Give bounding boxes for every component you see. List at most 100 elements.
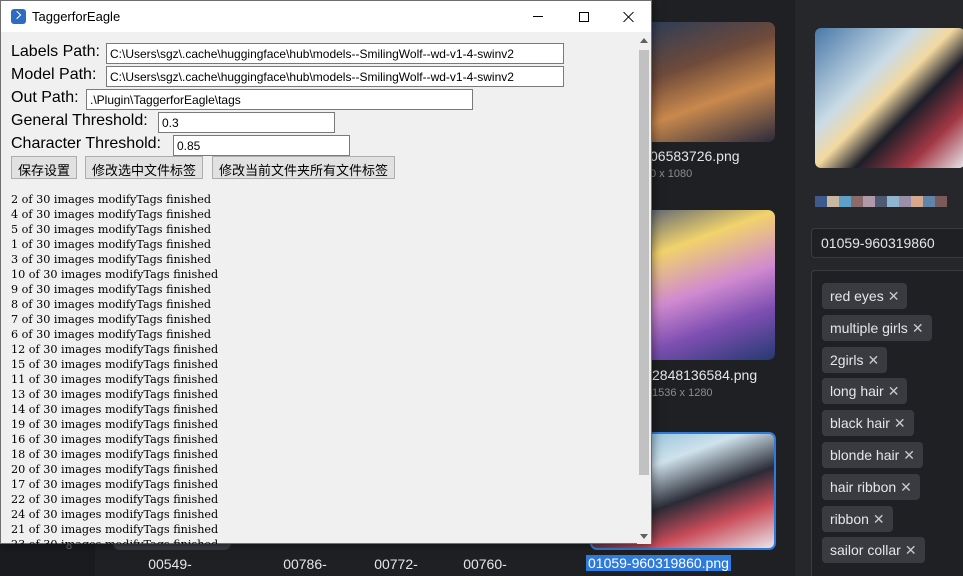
log-line: 17 of 30 images modifyTags finished xyxy=(11,478,219,491)
file-name[interactable]: 00760-36520322 xyxy=(445,556,525,576)
tag-label: red eyes xyxy=(830,288,884,304)
color-swatch[interactable] xyxy=(815,196,827,207)
tag-chip[interactable]: ribbon ✕ xyxy=(822,505,893,532)
close-icon xyxy=(623,11,635,23)
minimize-icon xyxy=(533,16,543,17)
tag-label: sailor collar xyxy=(830,542,901,559)
log-line: 13 of 30 images modifyTags finished xyxy=(11,388,219,401)
file-name[interactable]: 00786-24325485 xyxy=(265,556,345,576)
tag-label: hair ribbon xyxy=(830,478,897,495)
log-line: 1 of 30 images modifyTags finished xyxy=(11,238,212,251)
tag-label: black hair xyxy=(830,415,890,432)
app-icon xyxy=(11,9,26,24)
log-line: 3 of 30 images modifyTags finished xyxy=(11,253,212,266)
modify-selected-tags-button[interactable]: 修改选中文件标签 xyxy=(85,156,204,179)
remove-tag-icon[interactable]: ✕ xyxy=(912,320,924,336)
log-line: 4 of 30 images modifyTags finished xyxy=(11,208,212,221)
tag-chip[interactable]: black hair ✕ xyxy=(822,410,914,437)
file-name[interactable]: 00772-1528045 xyxy=(356,556,436,576)
tag-chip[interactable]: red eyes ✕ xyxy=(822,283,908,309)
tag-label: multiple girls xyxy=(830,319,908,336)
log-line: 12 of 30 images modifyTags finished xyxy=(11,343,219,356)
file-dimensions: 0 x 1080 xyxy=(650,168,693,180)
output-log[interactable]: 2 of 30 images modifyTags finished 4 of 3… xyxy=(11,192,631,544)
log-line: 9 of 30 images modifyTags finished xyxy=(11,283,212,296)
log-line: 7 of 30 images modifyTags finished xyxy=(11,313,212,326)
remove-tag-icon[interactable]: ✕ xyxy=(894,415,906,431)
log-line: 14 of 30 images modifyTags finished xyxy=(11,403,219,416)
tag-chip[interactable]: sailor collar ✕ xyxy=(822,537,925,564)
tag-chip[interactable]: 2girls ✕ xyxy=(822,346,888,373)
log-line: 16 of 30 images modifyTags finished xyxy=(11,433,219,446)
vertical-scrollbar[interactable] xyxy=(637,33,651,544)
tags-editor[interactable]: red eyes ✕ multiple girls ✕ 2girls ✕ long hair… xyxy=(811,270,963,576)
log-line: 5 of 30 images modifyTags finished xyxy=(11,223,212,236)
log-line: 23 of 30 images modifyTags finished xyxy=(11,537,631,544)
file-name-selected[interactable]: 01059-960319860.png xyxy=(586,555,731,571)
modify-folder-tags-button[interactable]: 修改当前文件夹所有文件标签 xyxy=(212,156,396,179)
color-swatch[interactable] xyxy=(851,196,863,207)
remove-tag-icon[interactable]: ✕ xyxy=(888,383,900,399)
color-swatch[interactable] xyxy=(863,196,875,207)
maximize-icon xyxy=(579,11,589,22)
character-threshold-input[interactable]: 0.85 xyxy=(173,135,350,156)
log-line: 15 of 30 images modifyTags finished xyxy=(11,358,219,371)
save-settings-button[interactable]: 保存设置 xyxy=(11,156,78,179)
character-threshold-label: Character Threshold: xyxy=(11,135,161,152)
file-name[interactable]: 00549-2597452308 xyxy=(130,556,210,576)
tag-chip[interactable]: blonde hair ✕ xyxy=(822,442,924,468)
tag-label: long hair xyxy=(830,383,884,400)
image-preview[interactable] xyxy=(815,28,963,168)
scroll-down-icon[interactable] xyxy=(640,534,648,539)
general-threshold-input[interactable]: 0.3 xyxy=(158,112,335,133)
file-name[interactable]: 2848136584.png xyxy=(652,367,757,383)
remove-tag-icon[interactable]: ✕ xyxy=(867,352,879,368)
out-path-input[interactable]: .\Plugin\TaggerforEagle\tags xyxy=(86,89,473,110)
remove-tag-icon[interactable]: ✕ xyxy=(903,447,915,463)
remove-tag-icon[interactable]: ✕ xyxy=(888,288,900,304)
log-line: 24 of 30 images modifyTags finished xyxy=(11,508,219,521)
maximize-button[interactable] xyxy=(561,1,607,32)
tag-chip[interactable]: multiple girls ✕ xyxy=(822,314,932,341)
log-line: 2 of 30 images modifyTags finished xyxy=(11,193,212,206)
tag-label: ribbon xyxy=(830,510,869,527)
window-title: TaggerforEagle xyxy=(32,9,121,24)
scrollbar-thumb[interactable] xyxy=(639,50,649,475)
color-swatch[interactable] xyxy=(899,196,911,207)
file-name[interactable]: 06583726.png xyxy=(650,148,740,164)
tag-label: blonde hair xyxy=(830,447,900,463)
log-line: 10 of 30 images modifyTags finished xyxy=(11,268,219,281)
close-button[interactable] xyxy=(606,1,652,32)
log-line: 11 of 30 images modifyTags finished xyxy=(11,373,219,386)
log-line: 19 of 30 images modifyTags finished xyxy=(11,418,219,431)
labels-path-input[interactable]: C:\Users\sgz\.cache\huggingface\hub\mode… xyxy=(106,43,564,64)
file-dimensions: 1536 x 1280 xyxy=(652,387,713,399)
tag-chip[interactable]: long hair ✕ xyxy=(822,378,908,405)
color-swatch[interactable] xyxy=(935,196,947,207)
color-swatch[interactable] xyxy=(839,196,851,207)
eagle-inspector-panel: 01059-960319860 red eyes ✕ multiple girls ✕… xyxy=(795,0,963,576)
log-line: 22 of 30 images modifyTags finished xyxy=(11,493,219,506)
title-bar[interactable]: TaggerforEagle xyxy=(1,1,651,32)
minimize-button[interactable] xyxy=(515,1,561,32)
general-threshold-label: General Threshold: xyxy=(11,112,148,129)
remove-tag-icon[interactable]: ✕ xyxy=(900,479,912,495)
labels-path-label: Labels Path: xyxy=(11,43,100,60)
color-swatch[interactable] xyxy=(911,196,923,207)
color-swatch[interactable] xyxy=(827,196,839,207)
color-swatch[interactable] xyxy=(887,196,899,207)
out-path-label: Out Path: xyxy=(11,89,79,106)
tag-chip[interactable]: hair ribbon ✕ xyxy=(822,473,920,500)
file-name-input[interactable]: 01059-960319860 xyxy=(811,228,963,258)
remove-tag-icon[interactable]: ✕ xyxy=(873,511,885,527)
log-line: 21 of 30 images modifyTags finished xyxy=(11,523,219,536)
scroll-up-icon[interactable] xyxy=(640,38,648,43)
color-swatch[interactable] xyxy=(923,196,935,207)
log-line: 18 of 30 images modifyTags finished xyxy=(11,448,219,461)
model-path-input[interactable]: C:\Users\sgz\.cache\huggingface\hub\mode… xyxy=(106,66,564,87)
color-palette xyxy=(815,196,947,207)
log-line: 20 of 30 images modifyTags finished xyxy=(11,463,219,476)
color-swatch[interactable] xyxy=(875,196,887,207)
tagger-window: TaggerforEagle Labels Path: C:\Users\sgz… xyxy=(0,0,652,544)
remove-tag-icon[interactable]: ✕ xyxy=(905,542,917,558)
